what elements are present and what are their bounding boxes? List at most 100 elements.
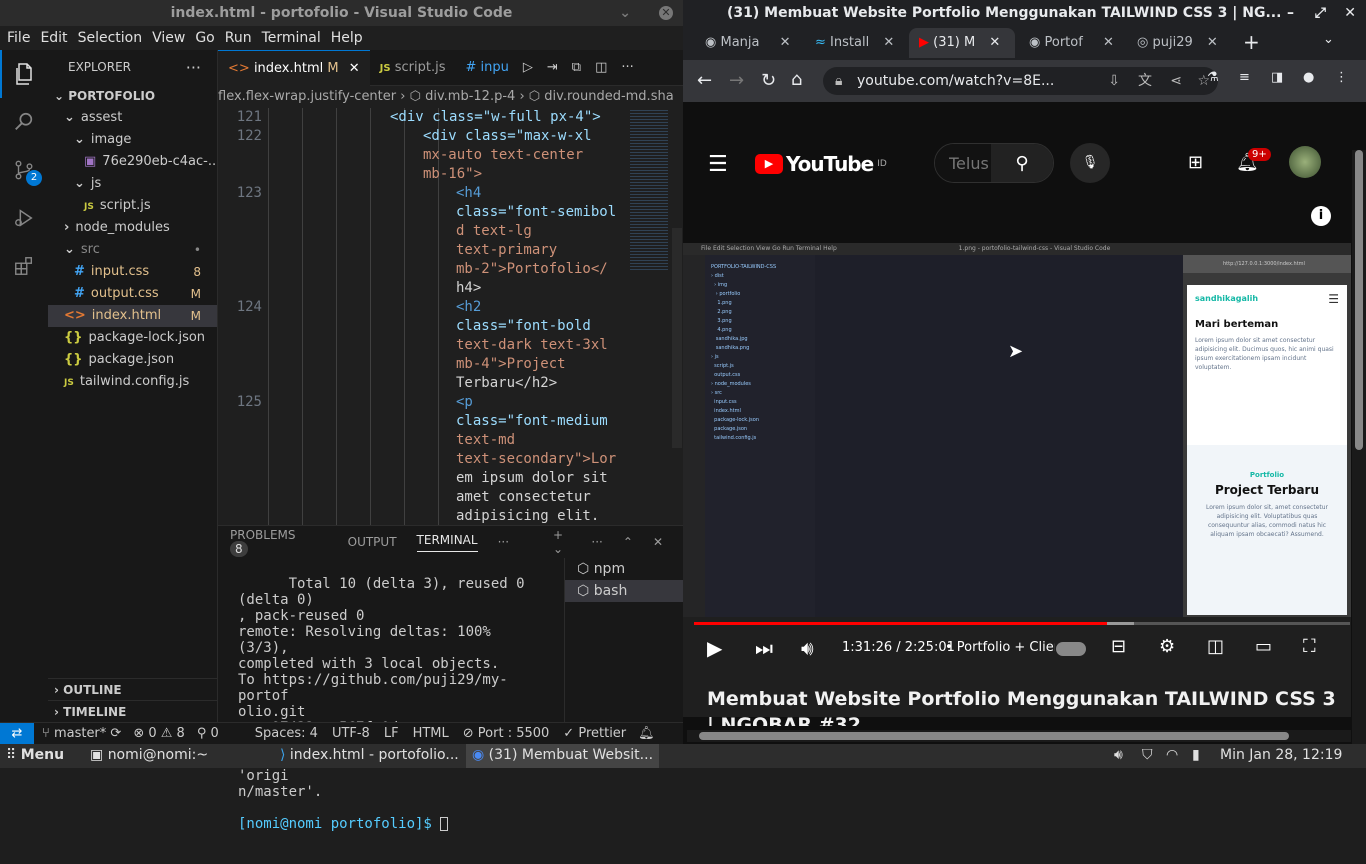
maximize-panel-icon[interactable]: ⌃ — [623, 535, 633, 549]
tree-item[interactable]: # output.css M — [48, 283, 217, 305]
volume-icon[interactable]: 🔊︎ — [1114, 747, 1123, 763]
new-tab-icon[interactable]: + — [1243, 30, 1260, 54]
search-input[interactable] — [935, 144, 991, 182]
search-icon[interactable]: ⚲ — [991, 144, 1053, 182]
close-icon[interactable]: ✕ — [989, 35, 1000, 50]
hamburger-icon[interactable]: ☰ — [708, 152, 728, 177]
close-icon[interactable]: ✕ — [1103, 35, 1114, 50]
project-root[interactable]: ⌄ PORTOFOLIO — [48, 85, 217, 107]
labs-icon[interactable]: ⚗ — [1207, 70, 1219, 85]
next-icon[interactable]: ⏭︎ — [755, 636, 773, 660]
tree-item[interactable]: {} package-lock.json — [48, 327, 217, 349]
taskbar-terminal[interactable]: ▣ nomi@nomi:~ — [90, 747, 208, 763]
close-icon[interactable]: ✕ — [349, 61, 360, 76]
tab-youtube[interactable]: ▶ (31) M ✕ — [909, 28, 1015, 58]
close-icon[interactable]: ✕ — [780, 35, 791, 50]
menu-terminal[interactable]: Terminal — [257, 30, 326, 46]
split-editor-icon[interactable]: ◫ — [595, 60, 607, 75]
indent-status[interactable]: Spaces: 4 — [255, 726, 318, 741]
source-control-icon[interactable]: 2 — [0, 146, 48, 194]
outline-section[interactable]: › OUTLINE — [48, 678, 217, 700]
youtube-logo[interactable]: ▶ YouTube ID — [755, 152, 887, 176]
vertical-scrollbar[interactable] — [1352, 150, 1366, 744]
branch-status[interactable]: ⑂ master* ⟳ — [42, 726, 121, 741]
compare-icon[interactable]: ⧉ — [572, 60, 581, 75]
battery-icon[interactable]: ▮ — [1192, 747, 1200, 763]
settings-gear-icon[interactable]: ⚙ — [1159, 636, 1175, 657]
miniplayer-icon[interactable]: ◫ — [1207, 636, 1224, 657]
menu-view[interactable]: View — [147, 30, 190, 46]
tab-index-html[interactable]: <> index.html M ✕ — [218, 49, 370, 86]
menu-icon[interactable]: ⋮ — [1335, 70, 1348, 85]
editor-scrollbar[interactable] — [672, 228, 682, 448]
breadcrumb-item[interactable]: div.mb-12.p-4 — [425, 89, 515, 104]
tree-item[interactable]: ⌄ src • — [48, 239, 217, 261]
terminal-npm[interactable]: ⬡ npm — [565, 558, 683, 580]
tree-item[interactable]: {} package.json — [48, 349, 217, 371]
extensions-icon[interactable] — [0, 242, 48, 290]
minimap[interactable] — [626, 108, 672, 278]
close-icon[interactable]: ✕ — [659, 6, 673, 20]
maximize-icon[interactable]: ⤢ — [1315, 0, 1326, 26]
search-icon[interactable] — [0, 98, 48, 146]
minimize-icon[interactable]: ⌄ — [619, 0, 631, 26]
wifi-icon[interactable]: ◠ — [1166, 747, 1178, 763]
tree-item[interactable]: JS tailwind.config.js — [48, 371, 217, 393]
microphone-icon[interactable]: 🎙︎ — [1070, 143, 1110, 183]
code-editor[interactable]: 121 <div class="w-full px-4"> 122 <div clas… — [218, 108, 683, 525]
tree-item[interactable]: JS script.js — [48, 195, 217, 217]
close-icon[interactable]: ✕ — [1344, 0, 1356, 26]
open-preview-icon[interactable]: ⇥ — [547, 60, 558, 75]
problems-status[interactable]: ⊗ 0 ⚠ 8 — [133, 726, 185, 741]
tree-item[interactable]: ▣ 76e290eb-c4ac-... — [48, 151, 217, 173]
remote-icon[interactable]: ⇄ — [0, 723, 34, 744]
prettier-status[interactable]: ✓ Prettier — [563, 726, 626, 741]
close-icon[interactable]: ✕ — [653, 535, 663, 549]
bell-icon[interactable]: 🔔︎ — [638, 726, 655, 741]
info-icon[interactable]: i — [1311, 206, 1331, 226]
run-debug-icon[interactable] — [0, 194, 48, 242]
encoding-status[interactable]: UTF-8 — [332, 726, 370, 741]
install-icon[interactable]: ⇩ — [1108, 67, 1120, 95]
tree-item[interactable]: <> index.html M — [48, 305, 217, 327]
horizontal-scrollbar[interactable] — [687, 730, 1351, 742]
menu-button[interactable]: ⠿ Menu — [6, 747, 64, 763]
timeline-section[interactable]: › TIMELINE — [48, 700, 217, 722]
tree-item[interactable]: ⌄ assest — [48, 107, 217, 129]
tab-input-css[interactable]: # inpu — [455, 50, 518, 86]
autoplay-toggle[interactable] — [1056, 642, 1086, 656]
new-terminal-icon[interactable]: + ⌄ — [553, 528, 571, 556]
tab-problems[interactable]: PROBLEMS 8 — [230, 528, 328, 557]
home-icon[interactable]: ⌂ — [791, 69, 802, 90]
play-icon[interactable]: ▶ — [707, 636, 722, 660]
progress-bar[interactable] — [694, 622, 1350, 625]
tab-portof[interactable]: ◉ Portof ✕ — [1019, 28, 1119, 58]
tree-item[interactable]: # input.css 8 — [48, 261, 217, 283]
side-panel-icon[interactable]: ◨ — [1271, 70, 1283, 85]
volume-icon[interactable]: 🔊︎ — [801, 636, 814, 660]
tab-terminal[interactable]: TERMINAL — [416, 533, 478, 552]
translate-icon[interactable]: 文 — [1138, 67, 1152, 95]
playlist-icon[interactable]: ≡ — [1239, 70, 1250, 85]
theater-mode-icon[interactable]: ▭ — [1255, 636, 1272, 657]
fullscreen-icon[interactable]: ⛶ — [1303, 636, 1316, 657]
menu-edit[interactable]: Edit — [35, 30, 72, 46]
more-actions-icon[interactable]: ··· — [498, 535, 509, 549]
profile-icon[interactable]: ● — [1303, 70, 1314, 85]
live-server-status[interactable]: ⊘ Port : 5500 — [463, 726, 550, 741]
subtitles-icon[interactable]: ⊟ — [1111, 636, 1126, 657]
tab-output[interactable]: OUTPUT — [348, 535, 397, 549]
chapter-title[interactable]: • Portfolio + Client — [945, 640, 1055, 655]
minimize-icon[interactable]: – — [1287, 0, 1294, 26]
tree-item[interactable]: › node_modules — [48, 217, 217, 239]
more-actions-icon[interactable]: ··· — [186, 50, 201, 85]
tree-item[interactable]: ⌄ js — [48, 173, 217, 195]
eol-status[interactable]: LF — [384, 726, 399, 741]
tab-install[interactable]: ≈ Install ✕ — [805, 28, 905, 58]
tree-item[interactable]: ⌄ image — [48, 129, 217, 151]
more-actions-icon[interactable]: ··· — [591, 535, 602, 549]
back-icon[interactable]: ← — [697, 70, 712, 91]
terminal-bash[interactable]: ⬡ bash — [565, 580, 683, 602]
breadcrumb-item[interactable]: flex.flex-wrap.justify-center — [218, 89, 396, 104]
terminal-output[interactable]: Total 10 (delta 3), reused 0 (delta 0) ,… — [238, 560, 548, 864]
